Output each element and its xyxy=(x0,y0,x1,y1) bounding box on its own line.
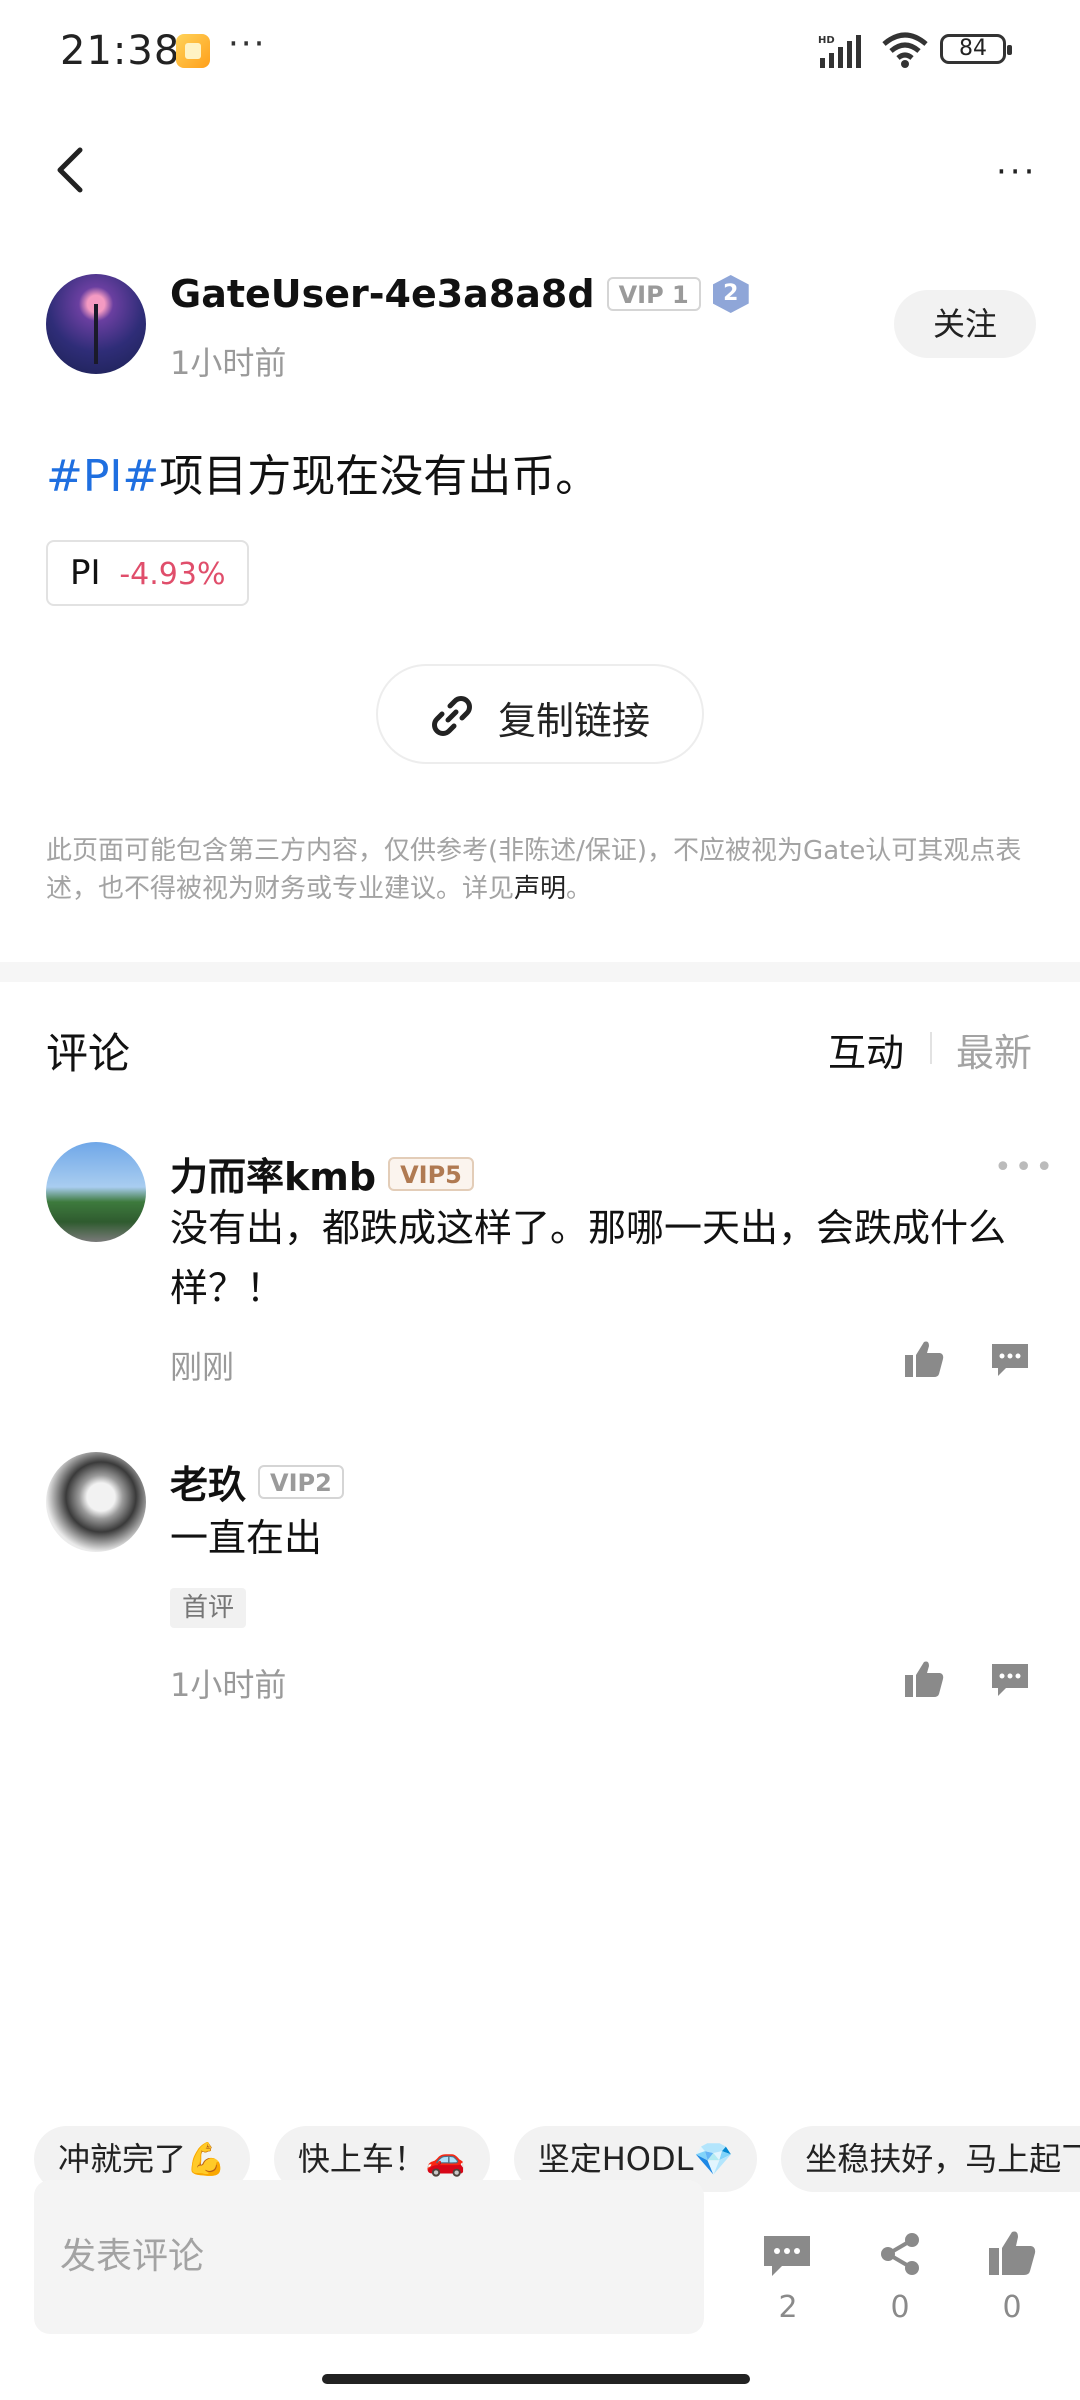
comment-icon[interactable] xyxy=(762,2234,812,2280)
quick-reply-chip[interactable]: 坐稳扶好，马上起飞 xyxy=(781,2126,1080,2192)
comment-avatar[interactable] xyxy=(46,1142,146,1242)
comment-header: 力而率kmb VIP5 xyxy=(170,1146,474,1201)
more-options-icon[interactable]: ··· xyxy=(996,152,1037,192)
comments-title: 评论 xyxy=(46,1029,131,1078)
comment-time: 刚刚 xyxy=(170,1348,235,1386)
vip-badge: VIP2 xyxy=(258,1464,344,1499)
comment-author[interactable]: 老玖 xyxy=(170,1454,246,1509)
status-time: 21:38 xyxy=(60,28,181,74)
thumbs-up-icon[interactable] xyxy=(904,1660,944,1698)
disclaimer-link[interactable]: 声明 xyxy=(514,874,566,904)
cellular-signal-icon: HD xyxy=(818,35,861,68)
app-notification-icon xyxy=(176,34,210,68)
comment-text: 没有出，都跌成这样了。那哪一天出，会跌成什么样？！ xyxy=(170,1206,1007,1310)
section-divider xyxy=(0,962,1080,982)
post-content: #PI#项目方现在没有出币。 xyxy=(46,440,599,504)
token-chip[interactable]: PI -4.93% xyxy=(46,540,250,606)
token-change: -4.93% xyxy=(119,557,226,592)
comment-count: 2 xyxy=(778,2290,798,2325)
more-notifications-icon: ··· xyxy=(228,24,267,64)
hd-label: HD xyxy=(818,35,835,46)
comment-text: 一直在出 xyxy=(170,1516,323,1560)
reply-icon[interactable] xyxy=(990,1662,1030,1698)
disclaimer: 此页面可能包含第三方内容，仅供参考(非陈述/保证)，不应被视为Gate认可其观点… xyxy=(46,832,1036,908)
comment-author[interactable]: 力而率kmb xyxy=(170,1146,376,1201)
copy-link-button[interactable]: 复制链接 xyxy=(376,664,704,764)
sort-latest-tab[interactable]: 最新 xyxy=(956,1022,1032,1077)
post-time: 1小时前 xyxy=(170,344,287,382)
follow-button[interactable]: 关注 xyxy=(894,290,1036,358)
comment-avatar[interactable] xyxy=(46,1452,146,1552)
vip-badge: VIP 1 xyxy=(606,277,701,311)
copy-link-label: 复制链接 xyxy=(498,699,651,743)
reply-icon[interactable] xyxy=(990,1342,1030,1378)
post-body: 项目方现在没有出币。 xyxy=(159,451,600,502)
author-name-row: GateUser-4e3a8a8d VIP 1 2 xyxy=(170,272,749,316)
author-avatar[interactable] xyxy=(46,274,146,374)
first-comment-tag: 首评 xyxy=(170,1588,247,1628)
comment-header: 老玖 VIP2 xyxy=(170,1454,344,1509)
back-arrow-icon[interactable] xyxy=(50,146,90,194)
wifi-icon xyxy=(882,32,928,68)
home-indicator[interactable] xyxy=(322,2374,750,2384)
sort-divider xyxy=(930,1032,932,1064)
comment-more-icon[interactable]: ••• xyxy=(994,1150,1056,1185)
comment-input[interactable]: 发表评论 xyxy=(34,2180,704,2334)
share-icon[interactable] xyxy=(876,2230,924,2278)
hashtag-link[interactable]: #PI# xyxy=(46,451,159,502)
sort-interactive-tab[interactable]: 互动 xyxy=(828,1022,904,1077)
like-count: 0 xyxy=(1002,2290,1022,2325)
like-icon[interactable] xyxy=(988,2230,1036,2276)
token-symbol: PI xyxy=(70,553,101,593)
comment-time: 1小时前 xyxy=(170,1666,287,1704)
link-icon xyxy=(432,696,472,736)
share-count: 0 xyxy=(890,2290,910,2325)
vip-badge: VIP5 xyxy=(388,1156,474,1191)
disclaimer-end: 。 xyxy=(566,874,593,904)
level-badge: 2 xyxy=(712,275,749,313)
battery-icon: 84 xyxy=(940,34,1012,64)
author-name[interactable]: GateUser-4e3a8a8d xyxy=(170,272,595,316)
thumbs-up-icon[interactable] xyxy=(904,1340,944,1378)
